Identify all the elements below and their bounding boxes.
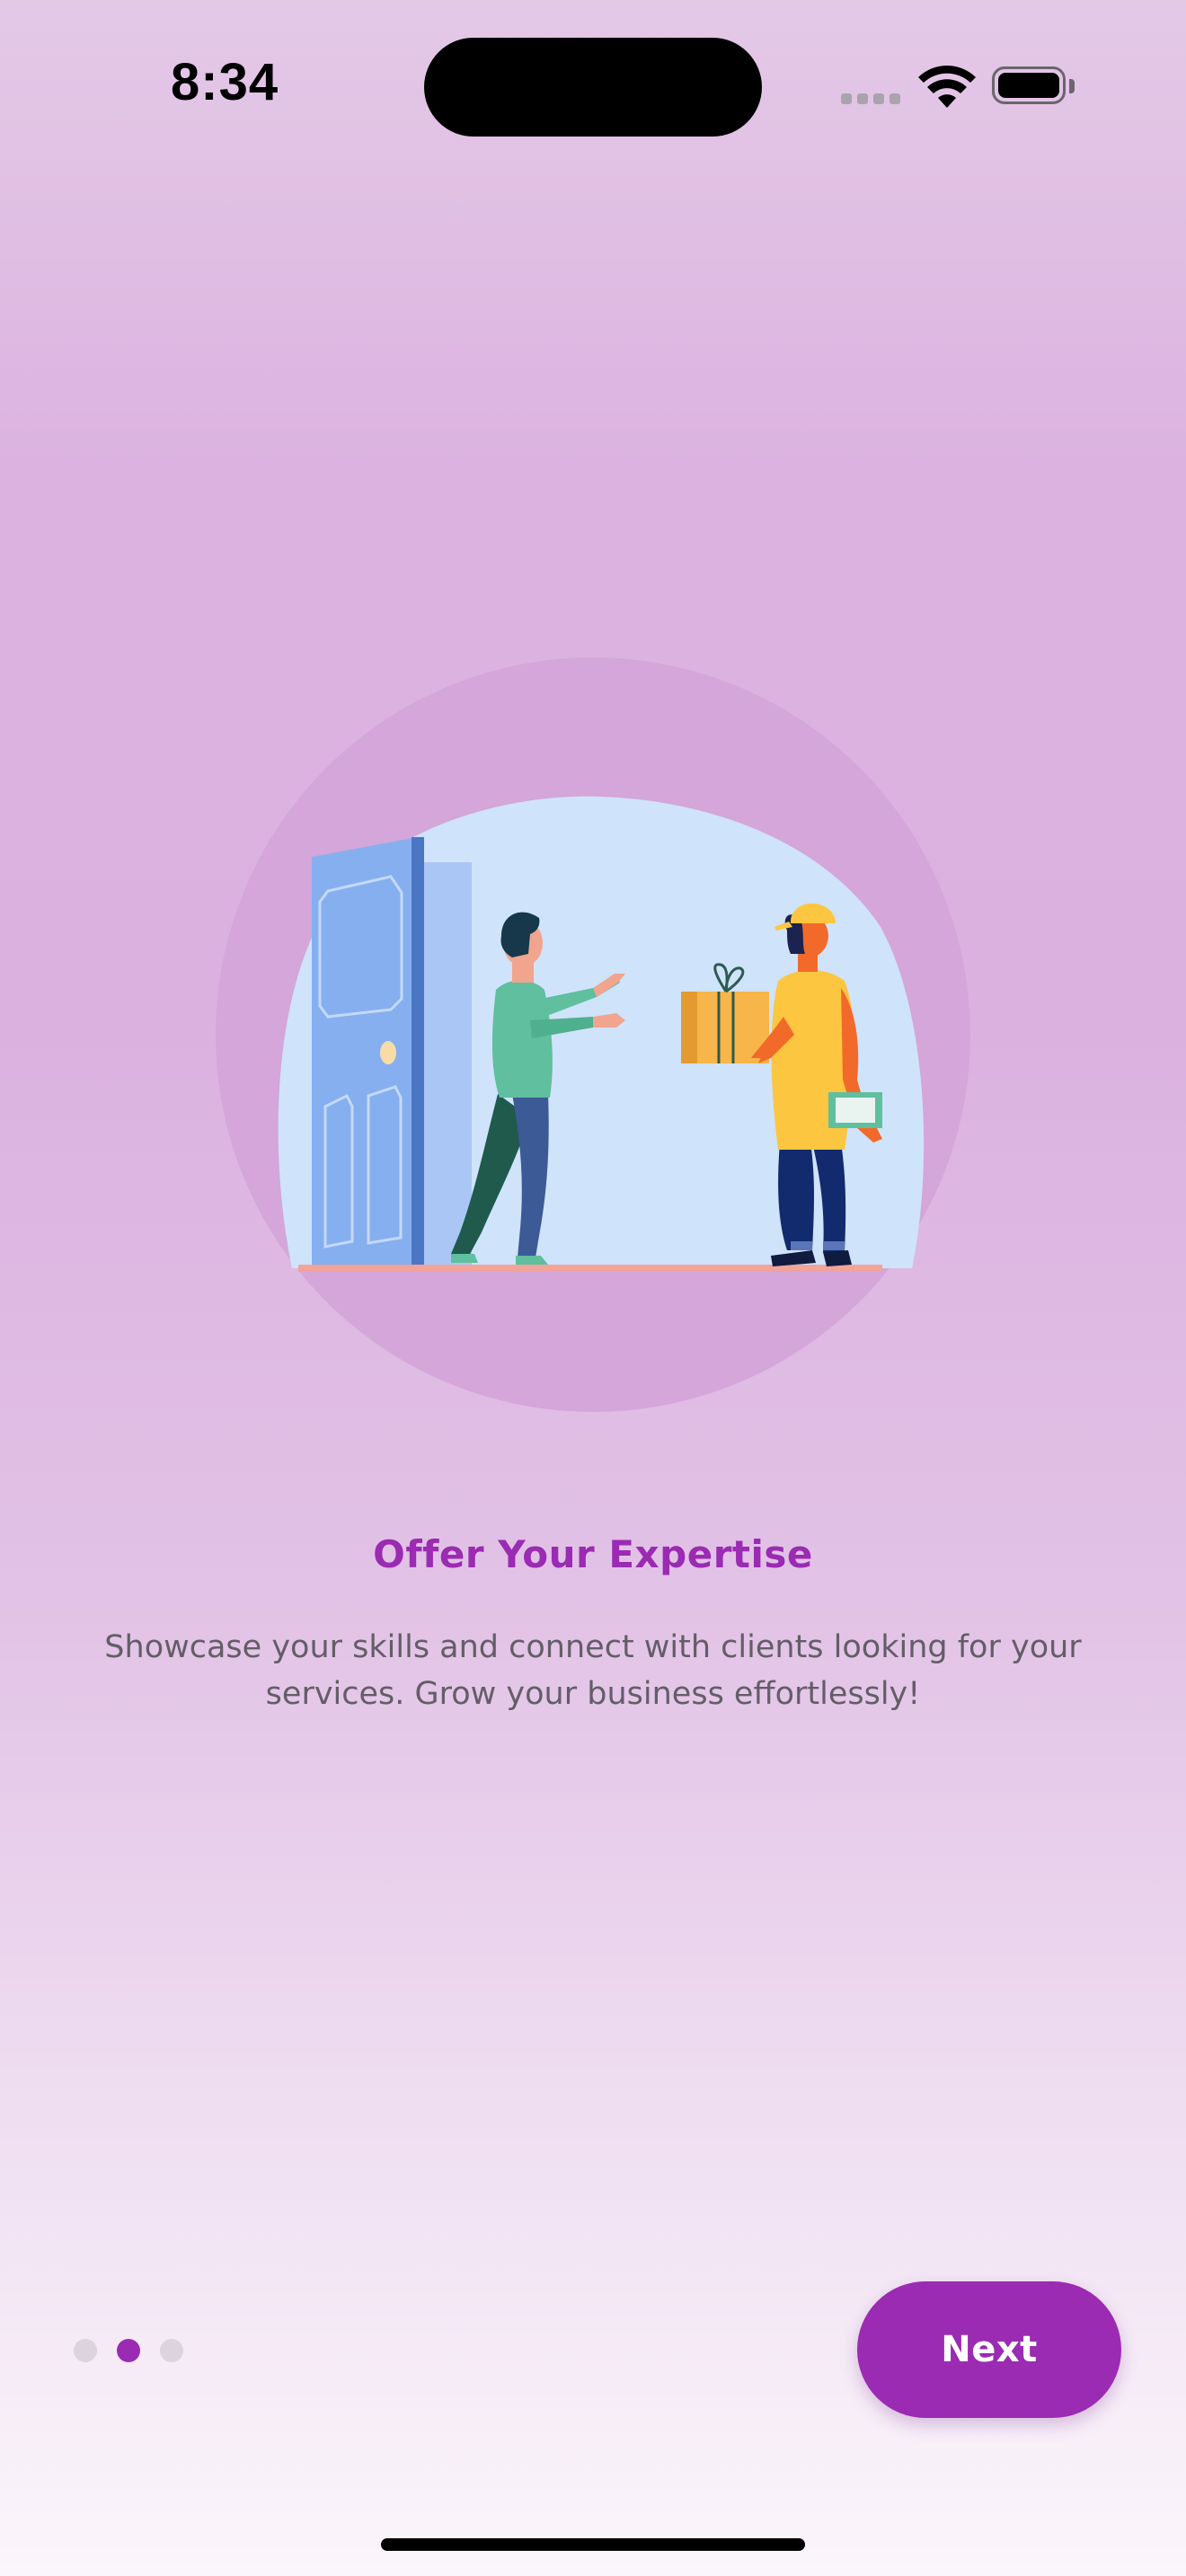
page-dot-1[interactable] bbox=[74, 2339, 97, 2362]
delivery-illustration bbox=[216, 657, 970, 1412]
wifi-icon bbox=[918, 66, 976, 108]
description-line-2: services. Grow your business effortlessl… bbox=[265, 1676, 921, 1712]
cellular-signal-icon bbox=[841, 93, 900, 106]
battery-icon bbox=[992, 66, 1075, 110]
onboarding-description: Showcase your skills and connect with cl… bbox=[99, 1624, 1087, 1717]
next-button[interactable]: Next bbox=[857, 2281, 1121, 2418]
onboarding-title: Offer Your Expertise bbox=[373, 1532, 813, 1576]
dynamic-island bbox=[424, 38, 762, 137]
page-dot-2-active[interactable] bbox=[117, 2339, 140, 2362]
status-time: 8:34 bbox=[171, 53, 279, 111]
status-bar: 8:34 bbox=[0, 0, 1186, 171]
page-dot-3[interactable] bbox=[160, 2339, 183, 2362]
home-indicator[interactable] bbox=[381, 2538, 805, 2551]
description-line-1: Showcase your skills and connect with cl… bbox=[104, 1629, 1082, 1665]
